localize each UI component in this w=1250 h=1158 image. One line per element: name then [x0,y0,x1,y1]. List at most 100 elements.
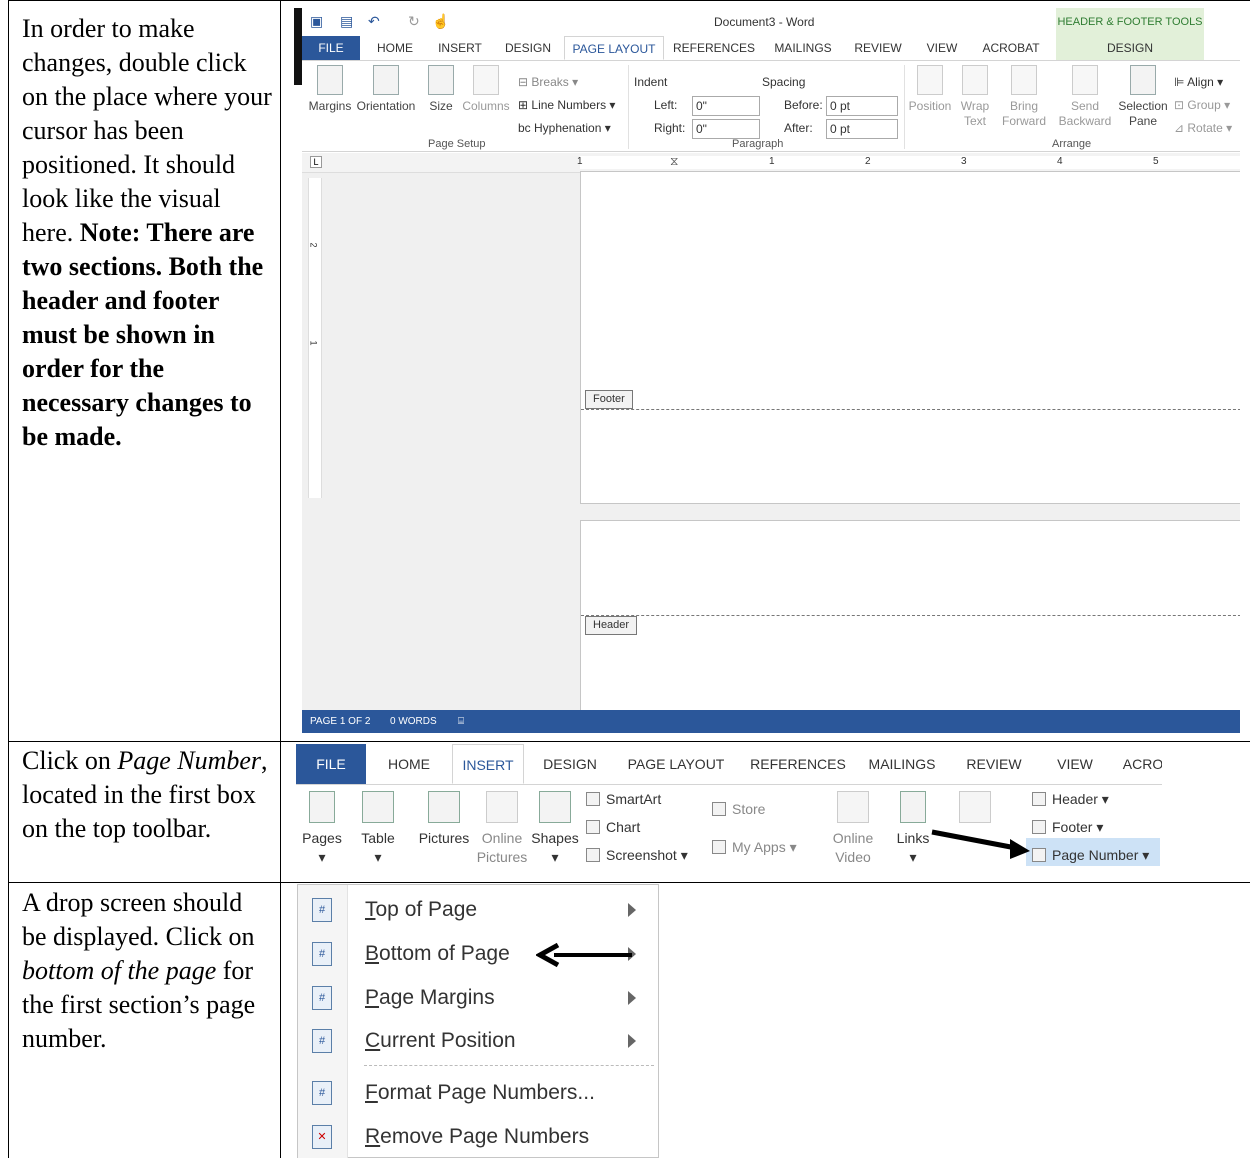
menu-item-top-of-page[interactable]: # Top of Page [298,891,660,931]
ruler-number: 4 [1057,156,1063,167]
indent-label: Indent [634,75,668,89]
send-backward-button[interactable]: Send Backward [1054,65,1116,129]
comment-button[interactable] [950,791,1000,829]
align-button[interactable]: ⊫ Align ▾ [1174,75,1223,89]
page-number-top-icon: # [312,898,332,922]
tab-references[interactable]: REFERENCES [672,36,756,60]
horizontal-ruler[interactable]: L 1 ⧖ 1 2 3 4 5 [302,153,1240,173]
page-number-menu: # Top of Page # Bottom of Page # Page Ma… [297,884,659,1158]
rotate-button[interactable]: ⊿ Rotate ▾ [1174,121,1232,135]
tab-file[interactable]: FILE [302,36,360,60]
page-count[interactable]: PAGE 1 OF 2 [310,710,370,733]
size-button[interactable]: Size [424,65,458,114]
word-count[interactable]: 0 WORDS [390,710,437,733]
columns-icon [473,65,499,95]
tab-insert[interactable]: INSERT [452,744,524,784]
group-button[interactable]: ⊡ Group ▾ [1174,98,1230,112]
tab-design[interactable]: DESIGN [500,36,556,60]
footer-button[interactable]: Footer ▾ [1032,819,1103,836]
tab-design[interactable]: DESIGN [536,744,604,784]
orientation-button[interactable]: Orientation [354,65,418,114]
tab-mailings[interactable]: MAILINGS [862,744,942,784]
tab-review[interactable]: REVIEW [964,744,1024,784]
ribbon-page-layout: Margins Orientation Size Columns ⊟ Break… [302,60,1240,152]
header-tag: Header [585,616,638,635]
indent-marker-icon[interactable]: ⧖ [670,154,678,169]
tab-view[interactable]: VIEW [1048,744,1102,784]
page-2-top[interactable]: Header [580,520,1240,720]
smartart-button[interactable]: SmartArt [586,791,661,807]
status-bar: PAGE 1 OF 2 0 WORDS ⌸ [302,710,1240,733]
pages-button[interactable]: Pages ▾ [300,791,344,867]
redo-icon[interactable]: ↻ [408,13,420,30]
menu-item-current-position[interactable]: # Current Position [298,1022,660,1062]
comment-icon [959,791,991,823]
quick-access-toolbar: ▣ ▤ ↶ ↻ ☝ Document3 - Word HEADER & FOOT… [302,8,1240,36]
menu-separator [364,1065,654,1066]
links-button[interactable]: Links ▾ [892,791,934,867]
tab-acrobat[interactable]: ACROBAT [978,36,1044,60]
screenshot-button[interactable]: Screenshot ▾ [586,847,688,864]
position-button[interactable]: Position [906,65,954,114]
menu-item-remove-page-numbers[interactable]: ✕ Remove Page Numbers [298,1118,660,1158]
line-numbers-button[interactable]: ⊞ Line Numbers ▾ [518,98,615,112]
header-button[interactable]: Header ▾ [1032,791,1109,808]
ruler-corner-icon[interactable]: L [310,156,322,168]
indent-left-input[interactable]: 0" [692,96,760,116]
menu-item-format-page-numbers[interactable]: # Format Page Numbers... [298,1074,660,1114]
save-icon[interactable]: ▤ [340,13,353,30]
size-icon [428,65,454,95]
pictures-button[interactable]: Pictures [416,791,472,848]
indent-right-input[interactable]: 0" [692,119,760,139]
vruler-number: 2 [308,242,319,248]
margins-button[interactable]: Margins [306,65,354,114]
spacing-before-input[interactable]: 0 pt [826,96,898,116]
tab-page-layout[interactable]: PAGE LAYOUT [618,744,734,784]
tab-hf-design[interactable]: DESIGN [1056,36,1204,60]
page-number-button[interactable]: Page Number ▾ [1032,847,1149,864]
chart-button[interactable]: Chart [586,819,640,835]
document-canvas[interactable]: 2 1 Footer Header [302,171,1240,720]
tab-home[interactable]: HOME [370,36,420,60]
store-button[interactable]: Store [712,801,765,817]
vertical-ruler[interactable]: 2 1 [308,178,322,498]
tab-mailings[interactable]: MAILINGS [768,36,838,60]
submenu-arrow-icon [628,991,636,1005]
page-margins-icon: # [312,986,332,1010]
spacing-after-input[interactable]: 0 pt [826,119,898,139]
smartart-icon [586,792,600,806]
spacing-after-label: After: [784,121,813,135]
contextual-group-label: HEADER & FOOTER TOOLS [1056,8,1204,36]
menu-item-page-margins[interactable]: # Page Margins [298,979,660,1019]
callout-arrow-page-number [931,829,1030,859]
selection-pane-button[interactable]: Selection Pane [1116,65,1170,129]
shapes-button[interactable]: Shapes ▾ [530,791,580,867]
breaks-button[interactable]: ⊟ Breaks ▾ [518,75,578,89]
online-pictures-button[interactable]: Online Pictures [476,791,528,867]
screenshot-icon [586,848,600,862]
undo-icon[interactable]: ↶ [368,13,380,30]
submenu-arrow-icon [628,1034,636,1048]
hyphenation-button[interactable]: bc Hyphenation ▾ [518,121,611,135]
table-button[interactable]: Table ▾ [356,791,400,867]
online-video-button[interactable]: Online Video [826,791,880,867]
tab-view[interactable]: VIEW [918,36,966,60]
tab-review[interactable]: REVIEW [850,36,906,60]
columns-button[interactable]: Columns [460,65,512,114]
position-icon [917,65,943,95]
wrap-text-button[interactable]: Wrap Text [956,65,994,129]
tab-home[interactable]: HOME [378,744,440,784]
page-1-bottom[interactable]: Footer [580,171,1240,504]
bring-forward-button[interactable]: Bring Forward [996,65,1052,129]
submenu-arrow-icon [628,903,636,917]
tab-file[interactable]: FILE [296,744,366,784]
my-apps-button[interactable]: My Apps ▾ [712,839,797,856]
tab-page-layout[interactable]: PAGE LAYOUT [564,36,664,60]
tab-references[interactable]: REFERENCES [748,744,848,784]
proofing-icon[interactable]: ⌸ [458,710,464,733]
page-number-bottom-icon: # [312,942,332,966]
touch-mode-icon[interactable]: ☝ [432,13,449,30]
tab-insert[interactable]: INSERT [434,36,486,60]
tab-acrobat[interactable]: ACRO [1118,744,1162,784]
window-title: Document3 - Word [714,15,815,29]
